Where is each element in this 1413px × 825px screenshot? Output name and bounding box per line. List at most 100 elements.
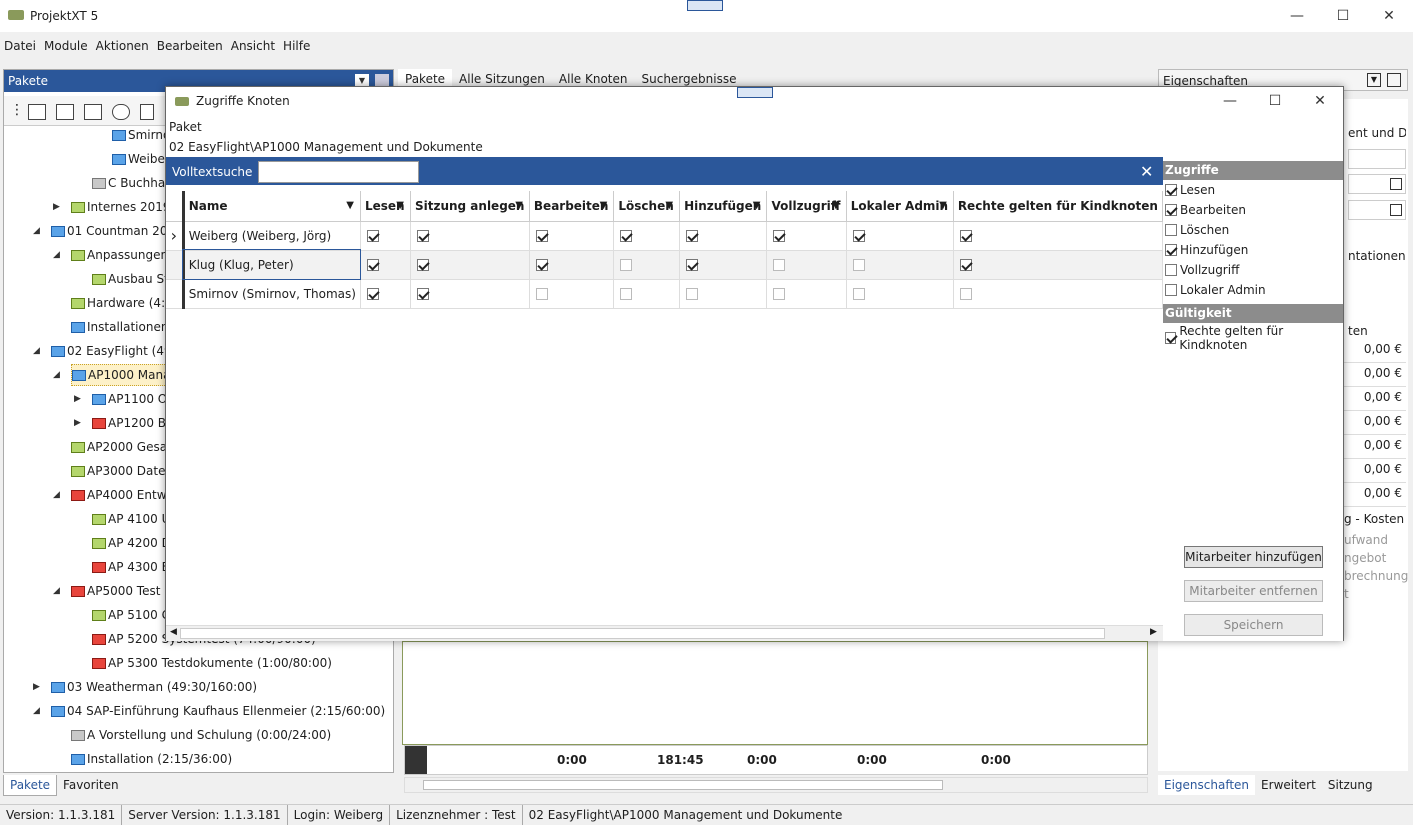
tree-node[interactable]: AP 5300 Testdokumente (1:00/80:00) bbox=[92, 652, 332, 674]
collapse-icon[interactable]: ◢ bbox=[33, 346, 40, 356]
column-header[interactable]: Löschen ▼ bbox=[613, 191, 681, 222]
tab-favoriten[interactable]: Favoriten bbox=[57, 775, 125, 795]
filter-icon[interactable]: ▼ bbox=[396, 200, 404, 211]
employee-name-cell[interactable]: Weiberg (Weiberg, Jörg) bbox=[183, 221, 361, 251]
filter-icon[interactable]: ▼ bbox=[665, 200, 673, 211]
calendar-icon[interactable] bbox=[1390, 178, 1402, 190]
calendar-icon[interactable] bbox=[1390, 204, 1402, 216]
checkbox[interactable] bbox=[686, 259, 699, 271]
tree-node[interactable]: A Vorstellung und Schulung (0:00/24:00) bbox=[71, 724, 331, 746]
row-header[interactable]: › bbox=[166, 221, 185, 251]
users-icon[interactable] bbox=[112, 104, 130, 120]
collapse-icon[interactable]: ◢ bbox=[53, 250, 60, 260]
close-button[interactable]: ✕ bbox=[1366, 0, 1412, 32]
tab-sitzung[interactable]: Sitzung bbox=[1322, 775, 1379, 795]
row-header[interactable] bbox=[166, 250, 185, 280]
row-header[interactable] bbox=[166, 279, 185, 309]
dialog-minimize-button[interactable]: — bbox=[1207, 87, 1253, 115]
expand-icon[interactable]: ▶ bbox=[74, 394, 81, 404]
column-header[interactable]: Lesen ▼ bbox=[360, 191, 411, 222]
column-header[interactable]: Lokaler Admin ▼ bbox=[846, 191, 954, 222]
table-row[interactable]: Smirnov (Smirnov, Thomas) bbox=[166, 279, 1163, 309]
collapse-icon[interactable]: ◢ bbox=[53, 490, 60, 500]
checkbox[interactable] bbox=[1165, 224, 1177, 236]
checkbox[interactable] bbox=[959, 230, 972, 242]
drag-handle-icon[interactable] bbox=[687, 0, 723, 11]
date-field[interactable] bbox=[1348, 174, 1406, 194]
tab-erweitert[interactable]: Erweitert bbox=[1255, 775, 1322, 795]
column-header[interactable]: Sitzung anlegen ▼ bbox=[410, 191, 530, 222]
checkbox[interactable] bbox=[1165, 204, 1177, 216]
dialog-close-button[interactable]: ✕ bbox=[1297, 87, 1343, 115]
tree-node[interactable]: AP1000 Manag bbox=[71, 364, 180, 386]
save-button[interactable]: Speichern bbox=[1184, 614, 1323, 636]
center-hscrollbar[interactable] bbox=[404, 777, 1148, 793]
column-header[interactable]: Hinzufügen ▼ bbox=[679, 191, 768, 222]
date-field[interactable] bbox=[1348, 149, 1406, 169]
checkbox[interactable] bbox=[366, 230, 379, 242]
tree-node[interactable]: Hardware (4:00 bbox=[71, 292, 180, 314]
checkbox[interactable] bbox=[620, 230, 633, 242]
collapse-icon[interactable]: ◢ bbox=[53, 586, 60, 596]
checkbox[interactable] bbox=[773, 288, 786, 300]
column-header[interactable]: Bearbeiten ▼ bbox=[529, 191, 615, 222]
menu-ansicht[interactable]: Ansicht bbox=[227, 34, 279, 58]
search-input[interactable] bbox=[258, 161, 419, 183]
tree-node[interactable]: AP2000 Gesam bbox=[71, 436, 179, 458]
checkbox[interactable] bbox=[773, 259, 786, 271]
tree-node[interactable]: Installation (2:15/36:00) bbox=[71, 748, 232, 770]
column-header[interactable]: Vollzugriff ▼ bbox=[766, 191, 847, 222]
remove-employee-button[interactable]: Mitarbeiter entfernen bbox=[1184, 580, 1323, 602]
checkbox[interactable] bbox=[366, 288, 379, 300]
menu-aktionen[interactable]: Aktionen bbox=[92, 34, 153, 58]
checkbox[interactable] bbox=[852, 288, 865, 300]
date-field[interactable] bbox=[1348, 200, 1406, 220]
checkbox[interactable] bbox=[852, 230, 865, 242]
checkbox[interactable] bbox=[1165, 244, 1177, 256]
collapse-icon[interactable]: ◢ bbox=[53, 370, 60, 380]
document-icon[interactable] bbox=[140, 104, 154, 120]
expand-icon[interactable]: ▶ bbox=[33, 682, 40, 692]
clear-search-icon[interactable]: ✕ bbox=[1140, 162, 1153, 181]
scroll-thumb[interactable] bbox=[180, 628, 1105, 639]
filter-icon[interactable]: ▼ bbox=[515, 200, 523, 211]
column-header[interactable]: Rechte gelten für Kindknoten bbox=[953, 191, 1163, 222]
tree-node[interactable]: 02 EasyFlight (498: bbox=[51, 340, 183, 362]
checkbox[interactable] bbox=[852, 259, 865, 271]
dropdown-icon[interactable]: ▼ bbox=[1367, 73, 1381, 87]
tree-node[interactable]: 01 Countman 2019 bbox=[51, 220, 183, 242]
column-header[interactable]: Name ▼ bbox=[183, 191, 361, 222]
tree-node[interactable]: 03 Weatherman (49:30/160:00) bbox=[51, 676, 257, 698]
checkbox[interactable] bbox=[1165, 332, 1177, 344]
zugriff-checkbox-row[interactable]: Lesen bbox=[1163, 180, 1343, 200]
collapse-icon[interactable]: ◢ bbox=[33, 706, 40, 716]
add-employee-button[interactable]: Mitarbeiter hinzufügen bbox=[1184, 546, 1323, 568]
menu-datei[interactable]: Datei bbox=[0, 34, 40, 58]
checkbox[interactable] bbox=[959, 288, 972, 300]
expand-icon[interactable]: ▶ bbox=[53, 202, 60, 212]
grid-hscrollbar[interactable]: ◀ ▶ bbox=[166, 625, 1163, 641]
filter-icon[interactable]: ▼ bbox=[832, 200, 840, 211]
new-folder-icon[interactable] bbox=[28, 104, 46, 120]
tree-node[interactable]: Anpassungen 2 bbox=[71, 244, 180, 266]
employee-name-cell[interactable]: Klug (Klug, Peter) bbox=[182, 249, 362, 280]
tree-node[interactable]: AP 4100 Us bbox=[92, 508, 177, 530]
property-partial-text[interactable]: ntationen bbox=[1348, 249, 1406, 263]
zugriff-checkbox-row[interactable]: Hinzufügen bbox=[1163, 240, 1343, 260]
checkbox[interactable] bbox=[416, 259, 429, 271]
checkbox[interactable] bbox=[620, 259, 633, 271]
checkbox[interactable] bbox=[535, 288, 548, 300]
drag-handle-icon[interactable] bbox=[737, 87, 773, 98]
checkbox[interactable] bbox=[535, 230, 548, 242]
gueltigkeit-checkbox-row[interactable]: Rechte gelten für Kindknoten bbox=[1163, 324, 1343, 352]
tree-node[interactable]: AP4000 Entwic bbox=[71, 484, 176, 506]
scroll-right-icon[interactable]: ▶ bbox=[1150, 627, 1157, 637]
minimize-button[interactable]: — bbox=[1274, 0, 1320, 32]
tree-node[interactable]: AP5000 Test (3 bbox=[71, 580, 177, 602]
dialog-maximize-button[interactable]: ☐ bbox=[1252, 87, 1298, 115]
maximize-button[interactable]: ☐ bbox=[1320, 0, 1366, 32]
expand-icon[interactable]: ▶ bbox=[74, 418, 81, 428]
tab-pakete[interactable]: Pakete bbox=[3, 775, 58, 796]
checkbox[interactable] bbox=[773, 230, 786, 242]
edit-folder-icon[interactable] bbox=[56, 104, 74, 120]
